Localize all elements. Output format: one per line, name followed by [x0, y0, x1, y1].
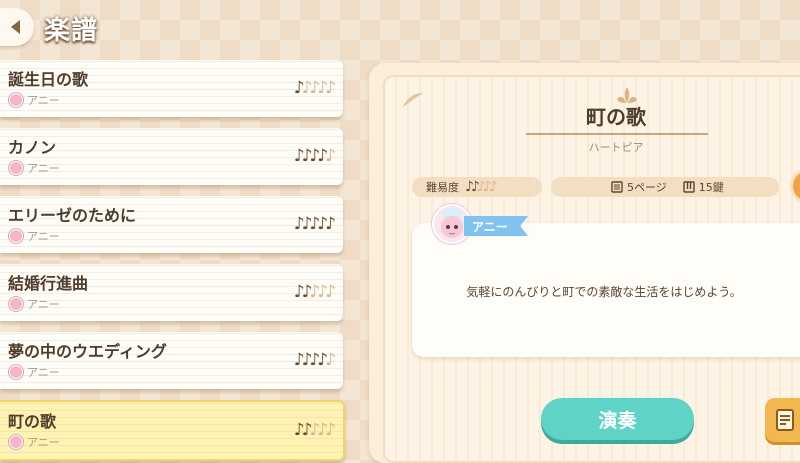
composer: アニー	[9, 434, 60, 450]
difficulty-label: 難易度	[426, 181, 459, 194]
note-filled-icon: ♪	[317, 146, 328, 166]
composer-avatar-icon	[9, 93, 23, 107]
difficulty-pill: 難易度 ♪♪♪♪♪	[412, 177, 542, 197]
difficulty-notes: ♪♪♪♪♪	[293, 282, 336, 302]
difficulty-notes: ♪♪♪♪♪	[465, 179, 498, 195]
note-empty-icon: ♪	[317, 78, 328, 98]
note-filled-icon: ♪	[293, 214, 305, 234]
song-title: 夢の中のウエディング	[8, 342, 167, 361]
song-card[interactable]: 夢の中のウエディング アニー ♪♪♪♪♪	[0, 332, 343, 389]
piano-keys-icon	[683, 181, 695, 193]
composer-name: アニー	[27, 230, 60, 243]
composer-avatar-icon	[9, 229, 23, 243]
detail-subtitle: ハートピア	[588, 141, 644, 154]
note-filled-icon: ♪	[293, 146, 305, 166]
leaf-ornament-icon	[403, 93, 423, 107]
sheet-info-pill: 5ページ 15鍵	[551, 177, 779, 197]
note-empty-icon: ♪	[325, 420, 336, 440]
song-title: 町の歌	[8, 412, 57, 431]
description-text: 気軽にのんびりと町での素敵な生活をはじめよう。	[466, 285, 742, 299]
song-title: エリーゼのために	[8, 206, 137, 225]
page-count: 5ページ	[627, 181, 667, 194]
composer-avatar-icon	[9, 365, 23, 379]
note-empty-icon: ♪	[488, 179, 498, 195]
composer: アニー	[9, 364, 60, 380]
song-card[interactable]: エリーゼのために アニー ♪♪♪♪♪	[0, 196, 343, 253]
composer: アニー	[9, 228, 60, 244]
note-filled-icon: ♪	[317, 350, 328, 370]
difficulty-notes: ♪♪♪♪♪	[293, 78, 336, 98]
song-card[interactable]: 結婚行進曲 アニー ♪♪♪♪♪	[0, 264, 343, 321]
speaker-name-tag: アニー	[464, 216, 528, 236]
composer-name: アニー	[27, 366, 60, 379]
back-button[interactable]	[0, 8, 34, 46]
composer-avatar-icon	[9, 435, 23, 449]
song-card[interactable]: 誕生日の歌 アニー ♪♪♪♪♪	[0, 60, 343, 117]
song-title: 結婚行進曲	[8, 274, 89, 293]
detail-title: 町の歌	[586, 105, 646, 129]
composer: アニー	[9, 296, 60, 312]
composer-avatar-icon	[9, 297, 23, 311]
sheet-music-icon	[776, 409, 794, 431]
note-filled-icon: ♪	[293, 420, 305, 440]
composer-name: アニー	[27, 298, 60, 311]
note-filled-icon: ♪	[293, 282, 305, 302]
difficulty-notes: ♪♪♪♪♪	[293, 420, 336, 440]
composer-avatar-icon	[9, 161, 23, 175]
note-empty-icon: ♪	[325, 282, 336, 302]
title-divider	[526, 133, 708, 135]
note-filled-icon: ♪	[317, 214, 328, 234]
description-box: 気軽にのんびりと町での素敵な生活をはじめよう。	[412, 223, 800, 357]
song-title: 誕生日の歌	[8, 70, 89, 89]
note-empty-icon: ♪	[325, 78, 336, 98]
back-arrow-icon	[11, 20, 20, 34]
pages-icon	[611, 181, 623, 193]
note-filled-icon: ♪	[293, 350, 305, 370]
difficulty-notes: ♪♪♪♪♪	[293, 214, 336, 234]
song-title: カノン	[8, 138, 57, 157]
composer-name: アニー	[27, 162, 60, 175]
note-empty-icon: ♪	[317, 282, 328, 302]
note-empty-icon: ♪	[317, 420, 328, 440]
composer-name: アニー	[27, 436, 60, 449]
composer: アニー	[9, 92, 60, 108]
page-title: 楽譜	[44, 16, 99, 46]
difficulty-notes: ♪♪♪♪♪	[293, 146, 336, 166]
difficulty-notes: ♪♪♪♪♪	[293, 350, 336, 370]
key-count: 15鍵	[698, 181, 724, 194]
note-empty-icon: ♪	[325, 146, 336, 166]
sheet-music-button[interactable]	[765, 398, 800, 442]
note-empty-icon: ♪	[325, 350, 336, 370]
song-card-selected[interactable]: 町の歌 アニー ♪♪♪♪♪	[0, 400, 345, 461]
note-filled-icon: ♪	[325, 214, 336, 234]
note-filled-icon: ♪	[293, 78, 305, 98]
play-button[interactable]: 演奏	[541, 398, 694, 440]
song-card[interactable]: カノン アニー ♪♪♪♪♪	[0, 128, 343, 185]
composer-name: アニー	[27, 94, 60, 107]
composer: アニー	[9, 160, 60, 176]
